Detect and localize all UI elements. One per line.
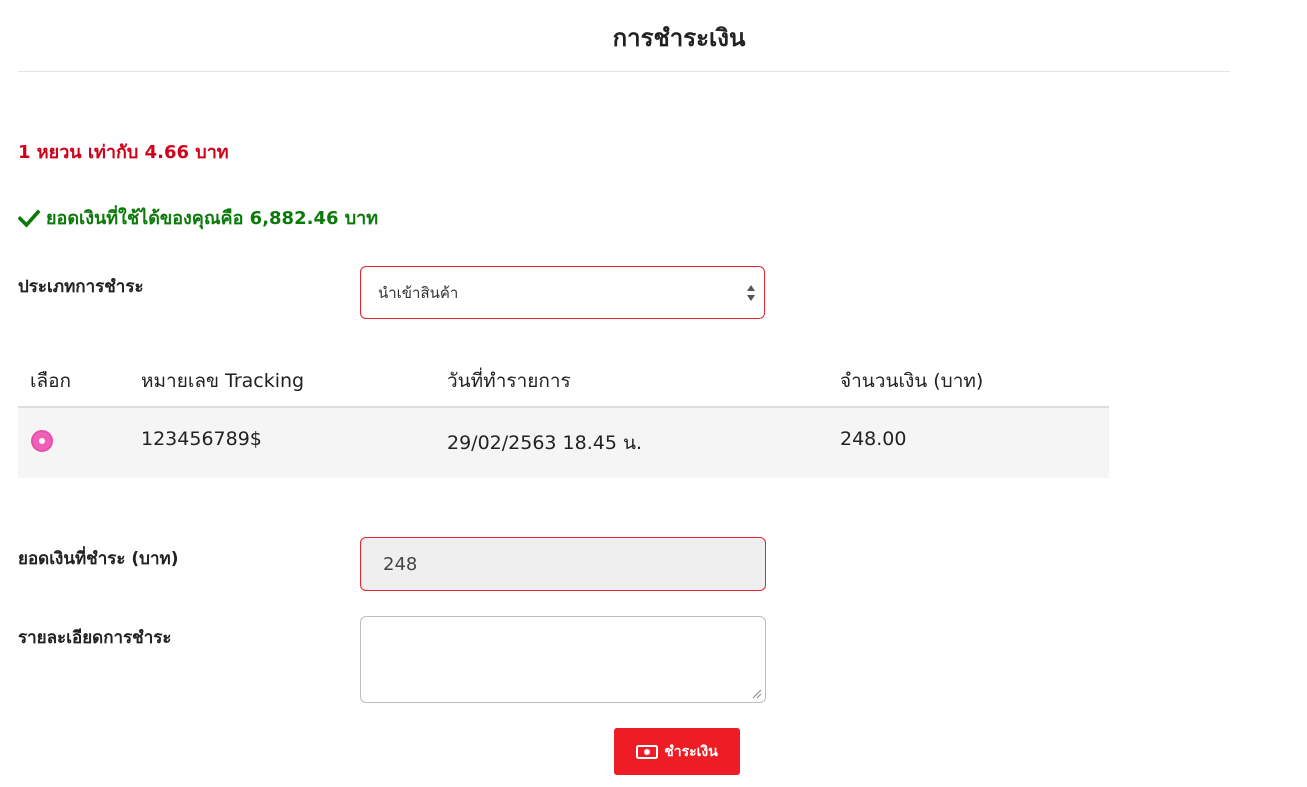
pay-button[interactable]: ชำระเงิน xyxy=(614,728,740,775)
exchange-rate-text: 1 หยวน เท่ากับ 4.66 บาท xyxy=(18,142,229,163)
available-balance: ยอดเงินที่ใช้ได้ของคุณคือ 6,882.46 บาท xyxy=(18,203,378,232)
money-icon xyxy=(636,744,659,759)
amount-cell: 248.00 xyxy=(840,428,907,450)
payment-amount-input[interactable]: 248 xyxy=(360,537,766,591)
table-header: เลือก หมายเลข Tracking วันที่ทำรายการ จำ… xyxy=(18,356,1109,408)
column-header-select: เลือก xyxy=(30,370,72,392)
pay-button-label: ชำระเงิน xyxy=(664,743,718,760)
column-header-tracking: หมายเลข Tracking xyxy=(141,370,305,392)
payment-type-selected-value: นำเข้าสินค้า xyxy=(378,283,459,302)
payment-type-label: ประเภทการชำระ xyxy=(18,277,144,297)
resize-handle-icon[interactable] xyxy=(752,689,762,699)
column-header-date: วันที่ทำรายการ xyxy=(447,370,571,392)
title-divider xyxy=(18,71,1230,72)
tracking-number-cell: 123456789$ xyxy=(141,428,262,450)
row-select-radio[interactable] xyxy=(31,430,53,452)
select-arrows-icon xyxy=(747,285,755,301)
transaction-date-cell: 29/02/2563 18.45 น. xyxy=(447,432,643,454)
column-header-amount: จำนวนเงิน (บาท) xyxy=(840,370,984,392)
available-balance-text: ยอดเงินที่ใช้ได้ของคุณคือ 6,882.46 บาท xyxy=(46,208,379,229)
payment-type-select[interactable]: นำเข้าสินค้า xyxy=(360,266,765,319)
payment-detail-label: รายละเอียดการชำระ xyxy=(18,628,172,648)
check-icon xyxy=(18,208,40,228)
payment-amount-label: ยอดเงินที่ชำระ (บาท) xyxy=(18,549,179,569)
table-row[interactable]: 123456789$ 29/02/2563 18.45 น. 248.00 xyxy=(18,408,1109,478)
page-title: การชำระเงิน xyxy=(612,24,746,52)
payment-detail-textarea[interactable] xyxy=(360,616,766,703)
payment-amount-value: 248 xyxy=(383,553,418,575)
